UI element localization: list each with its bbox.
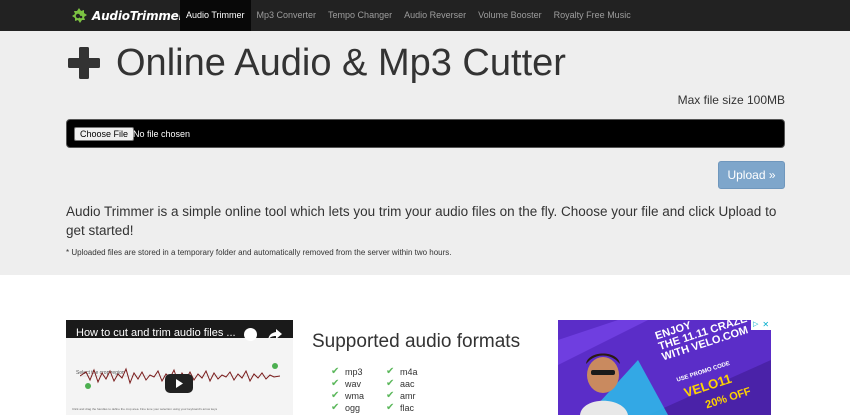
nav-item-volume-booster[interactable]: Volume Booster <box>472 0 548 31</box>
ad-info-icon[interactable]: ▷ <box>753 320 758 330</box>
video-caption: Click and drag the handles to define the… <box>72 407 218 411</box>
video-play-button[interactable] <box>165 374 193 393</box>
format-item: ✔ wav <box>331 378 362 389</box>
check-icon: ✔ <box>331 378 340 389</box>
check-icon: ✔ <box>331 366 340 377</box>
hero-section: Online Audio & Mp3 Cutter Max file size … <box>0 31 850 275</box>
nav-item-royalty-free-music[interactable]: Royalty Free Music <box>548 0 637 31</box>
watch-later-icon[interactable] <box>244 328 257 341</box>
nav-item-audio-reverser[interactable]: Audio Reverser <box>398 0 472 31</box>
formats-heading: Supported audio formats <box>312 331 521 352</box>
formats-list-left: ✔ mp3 ✔ wav ✔ wma ✔ ogg <box>331 366 364 414</box>
play-icon <box>176 379 183 388</box>
format-item: ✔ wma <box>331 390 365 401</box>
check-icon: ✔ <box>331 402 340 413</box>
description: Audio Trimmer is a simple online tool wh… <box>66 204 777 238</box>
page-title: Online Audio & Mp3 Cutter <box>116 42 566 84</box>
format-item: ✔ flac <box>386 402 415 413</box>
file-status: No file chosen <box>133 129 191 139</box>
plus-icon <box>68 47 100 79</box>
title-row: Online Audio & Mp3 Cutter <box>66 37 566 89</box>
nav-item-tempo-changer[interactable]: Tempo Changer <box>322 0 398 31</box>
ad-choices[interactable]: ▷ ✕ <box>751 320 771 330</box>
share-icon[interactable] <box>268 329 282 341</box>
upload-button[interactable]: Upload » <box>718 161 785 189</box>
format-item: ✔ ogg <box>331 402 361 413</box>
format-item: ✔ mp3 <box>331 366 363 377</box>
check-icon: ✔ <box>386 390 395 401</box>
formats-list-right: ✔ m4a ✔ aac ✔ amr ✔ flac <box>386 366 418 414</box>
brand-name: AudioTrimmer <box>92 8 185 23</box>
max-file-size: Max file size 100MB <box>677 93 785 107</box>
check-icon: ✔ <box>386 378 395 389</box>
check-icon: ✔ <box>386 366 395 377</box>
advertisement-banner[interactable]: ENJOY THE 11.11 CRAZE WITH VELO.COM USE … <box>558 320 771 415</box>
format-item: ✔ m4a <box>386 366 418 377</box>
scissors-logo-icon <box>72 7 87 23</box>
choose-file-button[interactable]: Choose File <box>74 127 135 141</box>
brand-logo[interactable]: AudioTrimmer <box>70 0 185 31</box>
nav-item-mp3-converter[interactable]: Mp3 Converter <box>251 0 323 31</box>
file-input[interactable]: Choose File No file chosen <box>66 119 785 148</box>
check-icon: ✔ <box>386 402 395 413</box>
storage-note: * Uploaded files are stored in a tempora… <box>66 248 452 257</box>
nav-menu: Audio Trimmer Mp3 Converter Tempo Change… <box>180 0 637 31</box>
navbar: AudioTrimmer Audio Trimmer Mp3 Converter… <box>0 0 850 31</box>
format-item: ✔ amr <box>386 390 416 401</box>
ad-close-icon[interactable]: ✕ <box>762 320 769 330</box>
format-item: ✔ aac <box>386 378 415 389</box>
check-icon: ✔ <box>331 390 340 401</box>
nav-item-audio-trimmer[interactable]: Audio Trimmer <box>180 0 251 31</box>
